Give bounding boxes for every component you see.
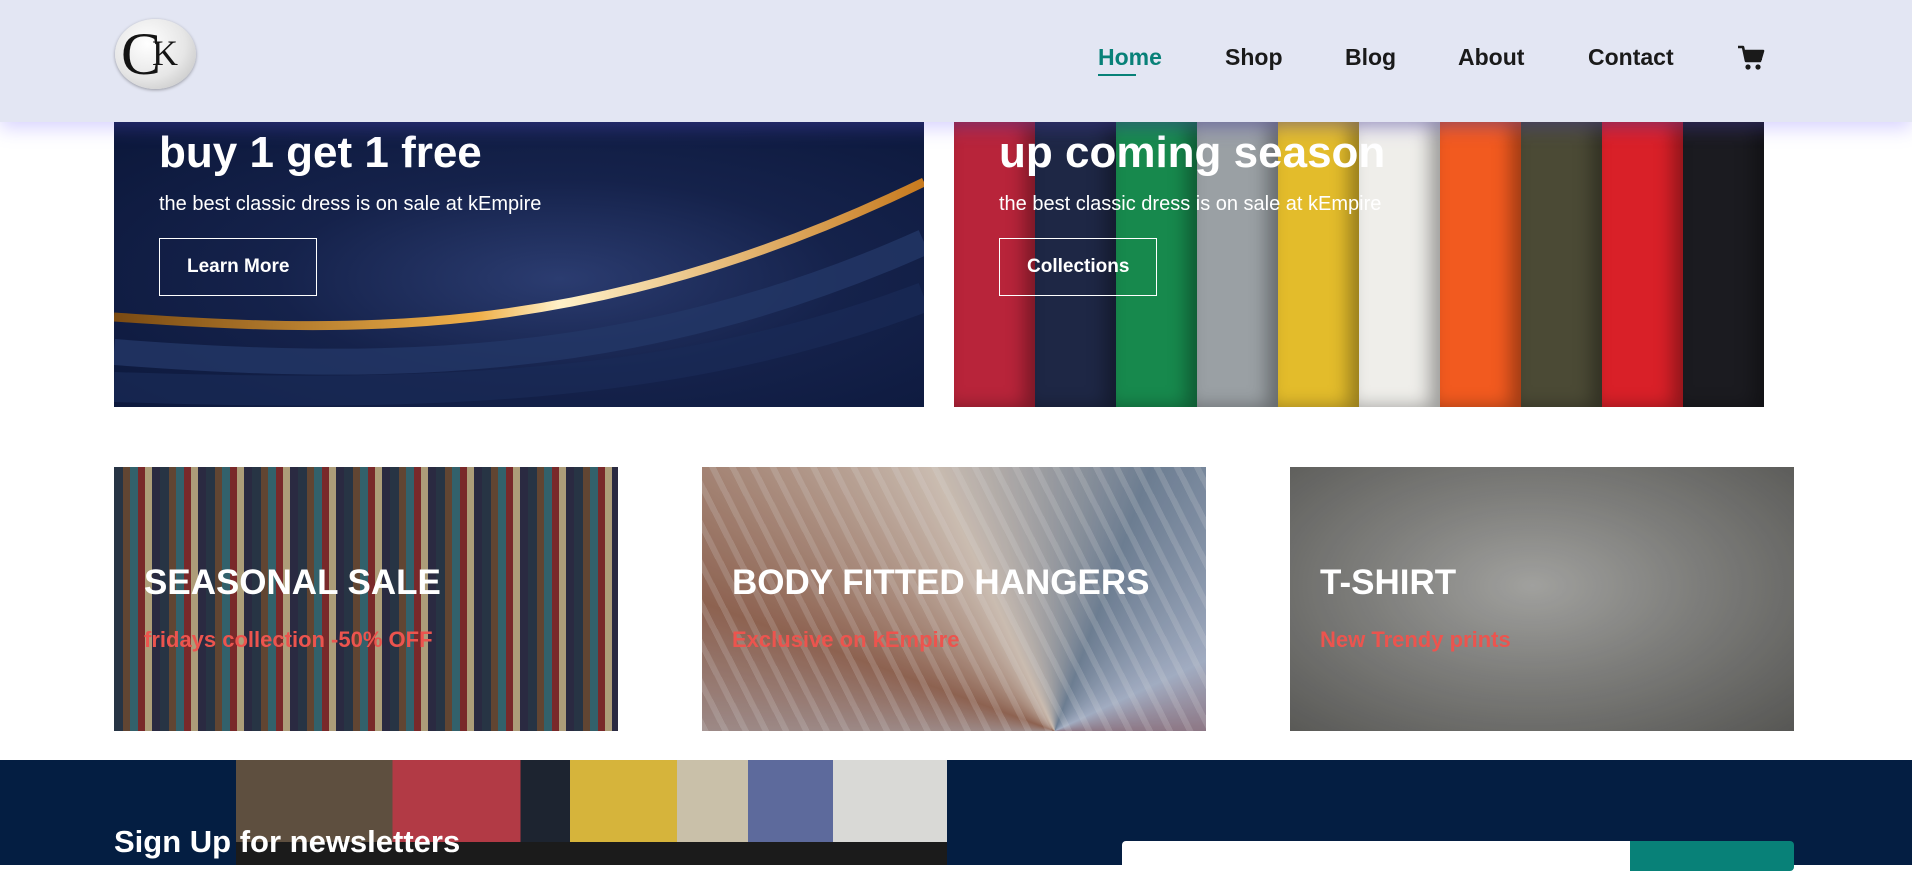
promo-title: BODY FITTED HANGERS bbox=[732, 563, 1150, 602]
promo-card-tshirt[interactable]: T-SHIRT New Trendy prints bbox=[1290, 467, 1794, 731]
hero-subtitle: the best classic dress is on sale at kEm… bbox=[159, 193, 542, 215]
logo-letter-k: K bbox=[152, 33, 178, 73]
hero-title: up coming season bbox=[999, 128, 1386, 177]
collections-button[interactable]: Collections bbox=[999, 238, 1158, 296]
newsletter-title: Sign Up for newsletters bbox=[114, 824, 461, 859]
promo-subtitle: Exclusive on kEmpire bbox=[732, 627, 960, 652]
site-header: C K Home Shop Blog About Contact bbox=[0, 0, 1912, 122]
learn-more-button[interactable]: Learn More bbox=[159, 238, 318, 296]
hero-subtitle: the best classic dress is on sale at kEm… bbox=[999, 193, 1382, 215]
brand-logo[interactable]: C K bbox=[115, 19, 196, 89]
promo-title: T-SHIRT bbox=[1320, 563, 1457, 602]
promo-card-seasonal-sale[interactable]: SEASONAL SALE fridays collection -50% OF… bbox=[114, 467, 618, 731]
promo-card-hangers[interactable]: BODY FITTED HANGERS Exclusive on kEmpire bbox=[702, 467, 1206, 731]
newsletter-section: Sign Up for newsletters bbox=[0, 760, 1912, 871]
nav-shop[interactable]: Shop bbox=[1225, 44, 1283, 71]
nav-blog[interactable]: Blog bbox=[1345, 44, 1396, 71]
newsletter-signup-button[interactable] bbox=[1630, 841, 1794, 871]
cart-icon[interactable] bbox=[1737, 45, 1765, 71]
promo-subtitle: New Trendy prints bbox=[1320, 627, 1511, 652]
nav-active-underline bbox=[1098, 74, 1136, 76]
hero-title: buy 1 get 1 free bbox=[159, 128, 482, 177]
nav-about[interactable]: About bbox=[1458, 44, 1524, 71]
promo-title: SEASONAL SALE bbox=[144, 563, 441, 602]
hero-banner-offer: buy 1 get 1 free the best classic dress … bbox=[114, 122, 924, 407]
hero-banner-season: up coming season the best classic dress … bbox=[954, 122, 1764, 407]
promo-subtitle: fridays collection -50% OFF bbox=[144, 627, 433, 652]
nav-contact[interactable]: Contact bbox=[1588, 44, 1674, 71]
nav-home[interactable]: Home bbox=[1098, 44, 1162, 71]
newsletter-email-input[interactable] bbox=[1122, 841, 1630, 871]
